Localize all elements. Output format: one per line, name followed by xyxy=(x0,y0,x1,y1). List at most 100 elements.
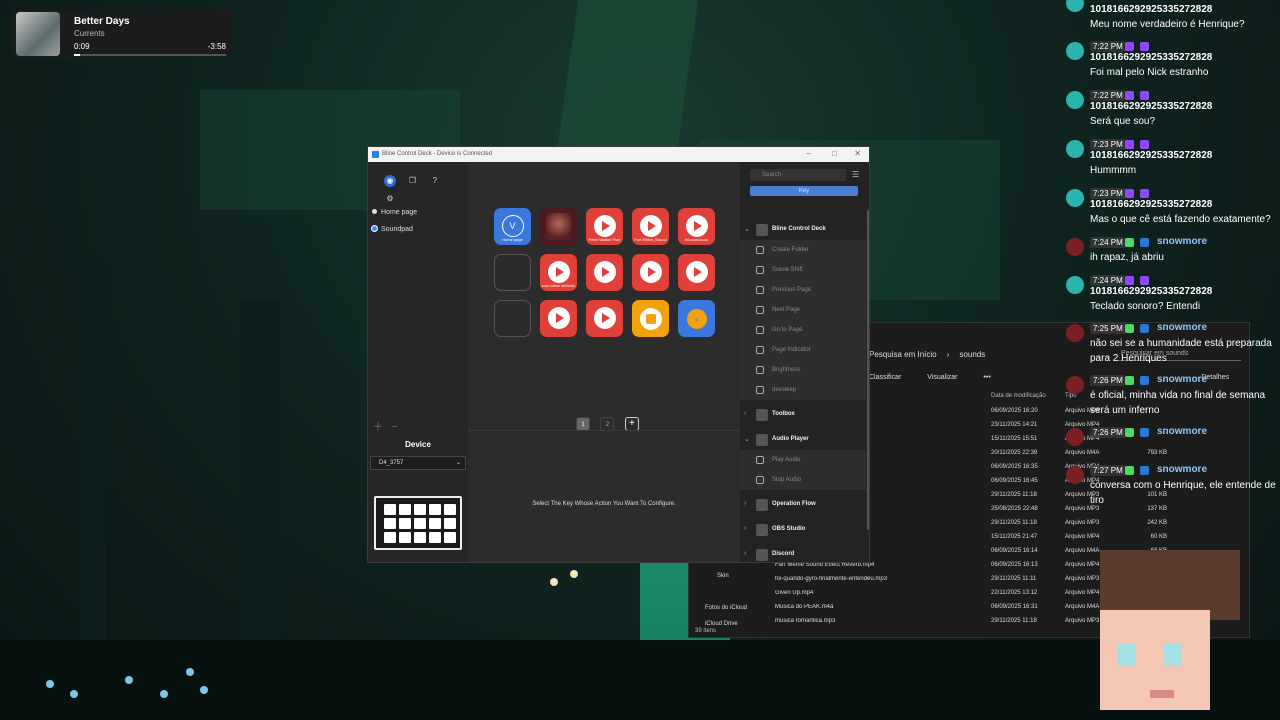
action-group-audio[interactable]: ⌄ Audio Player xyxy=(740,430,866,450)
sidebar-item-icloud-photos[interactable]: Fotos do iCloud xyxy=(705,605,747,611)
action-label: Previous Page xyxy=(772,287,812,293)
help-icon[interactable]: ? xyxy=(429,175,441,187)
message-timestamp: 7:23 PM xyxy=(1090,139,1126,150)
file-date: 22/11/2025 13:12 xyxy=(991,590,1038,596)
add-remove-controls: ＋ − xyxy=(373,418,398,433)
action-group-obs[interactable]: › OBS Studio xyxy=(740,520,866,540)
key-tab[interactable]: Key xyxy=(750,186,858,196)
deck-key[interactable]: Fart Effect_Sound xyxy=(632,208,669,245)
add-page-button[interactable]: + xyxy=(624,417,639,431)
device-preview[interactable] xyxy=(374,496,462,550)
play-icon xyxy=(593,306,616,329)
action-item[interactable]: Page Indicator xyxy=(740,340,866,360)
add-icon[interactable]: ＋ xyxy=(373,422,383,433)
badge-icon xyxy=(1125,189,1134,198)
minimize-button[interactable]: – xyxy=(807,149,811,158)
deck-key[interactable] xyxy=(678,254,715,291)
layers-icon[interactable]: ❐ xyxy=(406,175,418,187)
track-progress-bar[interactable] xyxy=(74,54,226,56)
user-avatar xyxy=(1066,428,1084,446)
file-date: 15/11/2025 21:47 xyxy=(991,534,1038,540)
user-avatar xyxy=(1066,91,1084,109)
action-item[interactable]: Next Page xyxy=(740,300,866,320)
action-item[interactable]: Brightness xyxy=(740,360,866,380)
action-item[interactable]: Previous Page xyxy=(740,280,866,300)
file-date: 06/09/2025 16:45 xyxy=(991,478,1038,484)
file-date: 29/11/2025 11:18 xyxy=(991,520,1037,526)
remove-icon[interactable]: − xyxy=(392,422,398,433)
avatar-mouth xyxy=(1150,690,1174,698)
deck-key[interactable]: Wooooooooo xyxy=(678,208,715,245)
breadcrumb-item[interactable]: Pesquisa em Início xyxy=(869,350,937,359)
action-group-discord[interactable]: › Discord xyxy=(740,545,866,562)
flower xyxy=(570,570,578,578)
maximize-button[interactable]: □ xyxy=(832,149,837,158)
action-item[interactable]: Create Folder xyxy=(740,240,866,260)
scrollbar[interactable] xyxy=(867,210,869,530)
message-timestamp: 7:22 PM xyxy=(1090,41,1126,52)
deck-key[interactable] xyxy=(632,254,669,291)
deck-key[interactable]: sua roblox dinheiro xyxy=(540,254,577,291)
deck-key[interactable] xyxy=(494,254,531,291)
play-icon xyxy=(639,260,662,283)
action-icon xyxy=(756,246,764,254)
nav-soundpad[interactable]: Soundpad xyxy=(372,226,413,233)
chat-message-text: Meu nome verdadeiro é Henrique? xyxy=(1090,19,1245,30)
deck-key[interactable]: V Home page xyxy=(494,208,531,245)
action-search-input[interactable]: Search xyxy=(750,169,846,181)
obs-icon xyxy=(756,524,768,536)
view-button[interactable]: Visualizar xyxy=(927,374,957,381)
badge-icon xyxy=(1140,428,1149,437)
list-view-icon[interactable]: ☰ xyxy=(852,170,859,179)
device-icon[interactable]: ◉ xyxy=(384,175,396,187)
badge-icon xyxy=(1125,276,1134,285)
action-group-bline[interactable]: ⌄ Bline Control Deck xyxy=(740,220,866,240)
file-date: 20/11/2025 22:39 xyxy=(991,450,1038,456)
action-group-operation[interactable]: › Operation Flow xyxy=(740,495,866,515)
deck-key[interactable] xyxy=(540,208,577,245)
close-button[interactable]: ✕ xyxy=(854,149,861,158)
action-item[interactable]: Scene Shift xyxy=(740,260,866,280)
chat-message-text: Foi mal pelo Nick estranho xyxy=(1090,67,1209,78)
file-date: 29/11/2025 11:18 xyxy=(991,618,1037,624)
action-item[interactable]: devsleep xyxy=(740,380,866,400)
chat-message: 7:27 PM snowmore conversa com o Henrique, … xyxy=(1062,462,1280,508)
file-size: 242 KB xyxy=(1147,520,1167,526)
more-options-button[interactable]: ••• xyxy=(983,374,990,381)
action-icon xyxy=(756,326,764,334)
sidebar-item-icloud-drive[interactable]: iCloud Drive xyxy=(705,621,738,627)
sort-button[interactable]: Classificar xyxy=(869,374,901,381)
key-label: Fart Effect_Sound xyxy=(634,237,667,242)
track-artist: Currents xyxy=(74,29,105,38)
breadcrumb-item[interactable]: sounds xyxy=(959,350,985,359)
deck-key[interactable] xyxy=(540,300,577,337)
deck-key[interactable] xyxy=(586,300,623,337)
window-titlebar[interactable]: Bline Control Deck - Device is Connected… xyxy=(368,147,869,162)
deck-key[interactable] xyxy=(494,300,531,337)
column-header-date[interactable]: Data de modificação xyxy=(991,393,1046,399)
page-button-1[interactable]: 1 xyxy=(576,417,590,431)
action-item[interactable]: Play Audio xyxy=(740,450,866,470)
nav-home-page[interactable]: Home page xyxy=(372,209,417,216)
action-item[interactable]: Go to Page xyxy=(740,320,866,340)
action-group-toolbox[interactable]: › Toolbox xyxy=(740,405,866,425)
discord-icon xyxy=(756,549,768,561)
deck-key[interactable] xyxy=(586,254,623,291)
deck-key[interactable]: › xyxy=(678,300,715,337)
action-item[interactable]: Stop Audio xyxy=(740,470,866,490)
control-deck-window[interactable]: Bline Control Deck - Device is Connected… xyxy=(367,146,870,563)
breadcrumb[interactable]: Pesquisa em Início › sounds xyxy=(869,350,995,359)
device-select[interactable]: D4_3757 ⌄ xyxy=(370,456,466,470)
track-progress-fill xyxy=(74,54,81,56)
chat-username: 101816629292533527282​8 xyxy=(1090,101,1213,112)
play-icon xyxy=(547,306,570,329)
chat-message-text: Será que sou? xyxy=(1090,116,1156,127)
settings-icon[interactable]: ⚙ xyxy=(384,193,396,205)
page-button-2[interactable]: 2 xyxy=(600,417,615,431)
now-playing-widget[interactable]: Better Days Currents 0:09 -3:58 xyxy=(12,10,234,58)
deck-key[interactable]: Peter Walker Plan xyxy=(586,208,623,245)
track-elapsed: 0:09 xyxy=(74,42,90,51)
deck-key[interactable] xyxy=(632,300,669,337)
sidebar-item-skin[interactable]: Skin xyxy=(717,573,729,579)
file-date: 06/09/2025 16:31 xyxy=(991,604,1038,610)
